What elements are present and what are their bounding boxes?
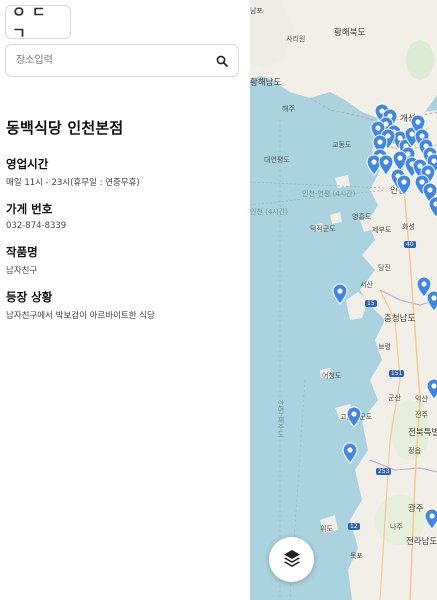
map-label: 서산 [360,281,373,289]
map-label: 위도 [320,525,333,533]
map-label: 사리원 [286,35,306,43]
map-label: 인천-연평 (4시간) [302,190,356,198]
field-value: 매일 11시 - 23시(휴무일 : 연중무휴) [6,178,140,188]
map-marker[interactable] [346,406,362,428]
logo-button[interactable]: ㅇㄷㄱ [5,3,71,42]
map-marker[interactable] [396,174,412,196]
field-label: 가게 번호 [6,202,53,216]
field-scene: 등장 상황 남자친구에서 박보검이 아르바이트한 식당 [6,289,242,321]
map-label: 광주 [408,504,424,514]
map-view[interactable]: 남포 황해북도 사리원 황해남도 해주 개성 교동도 대연평도 인천 인천-연평… [250,0,437,600]
map-label: 영흥도 [352,213,372,221]
map-label: 화성 [402,223,415,231]
field-value: 032-874-8339 [6,221,67,231]
map-label: 황해북도 [334,28,366,38]
map-label: 당진 [378,264,391,272]
map-label: 안면-제주도 [277,400,285,438]
map-label: 인천 (4시간) [250,208,288,216]
map-label: 황해남도 [250,78,282,88]
map-label: 정읍 [408,447,421,455]
layers-icon [282,548,302,572]
map-label: 전주 [415,411,428,419]
field-label: 작품명 [6,245,38,259]
map-label: 보령 [378,343,391,351]
road-shield: 12 [348,523,360,530]
field-hours: 영업시간 매일 11시 - 23시(휴무일 : 연중무휴) [6,156,242,188]
field-label: 등장 상황 [6,290,53,304]
map-label: 대연평도 [264,156,290,164]
map-marker[interactable] [428,196,437,218]
road-shield: 40 [404,241,416,248]
map-label: 제부도 [372,226,392,234]
map-label: 남포 [250,7,263,15]
map-marker[interactable] [426,290,437,312]
map-label: 전북특별 [408,428,437,438]
side-panel: ㅇㄷㄱ 동백식당 인천본점 영업시간 매일 11시 - 23시(휴무일 : 연중… [0,0,250,600]
search-icon[interactable] [211,50,233,72]
map-marker[interactable] [424,508,437,530]
app-root: 남포 황해북도 사리원 황해남도 해주 개성 교동도 대연평도 인천 인천-연평… [0,0,437,600]
map-marker[interactable] [426,378,437,400]
road-shield: 15 [365,300,377,307]
place-detail: 동백식당 인천본점 영업시간 매일 11시 - 23시(휴무일 : 연중무휴) … [6,117,242,334]
place-title: 동백식당 인천본점 [6,119,124,137]
field-value: 남자친구에서 박보검이 아르바이트한 식당 [6,311,155,321]
road-shield: 253 [376,468,392,475]
field-phone: 가게 번호 032-874-8339 [6,201,242,231]
map-label: 목포 [350,552,363,560]
road-shield: 151 [389,370,405,377]
map-label: 전라남도 [406,537,437,547]
search-bar [5,44,239,77]
map-label: 나주 [390,523,403,531]
map-marker[interactable] [332,283,348,305]
map-label: 교동도 [332,141,352,149]
map-label: 군산 [388,394,401,402]
field-work: 작품명 남자친구 [6,244,242,276]
map-label: 해주 [282,105,295,113]
map-label: 충청남도 [384,314,416,324]
search-input[interactable] [6,45,211,76]
layers-button[interactable] [269,537,314,582]
field-value: 남자친구 [6,266,38,276]
field-label: 영업시간 [6,157,49,171]
map-label: 어청도 [322,372,342,380]
map-marker[interactable] [342,442,358,464]
map-label: 덕적군도 [310,225,336,233]
